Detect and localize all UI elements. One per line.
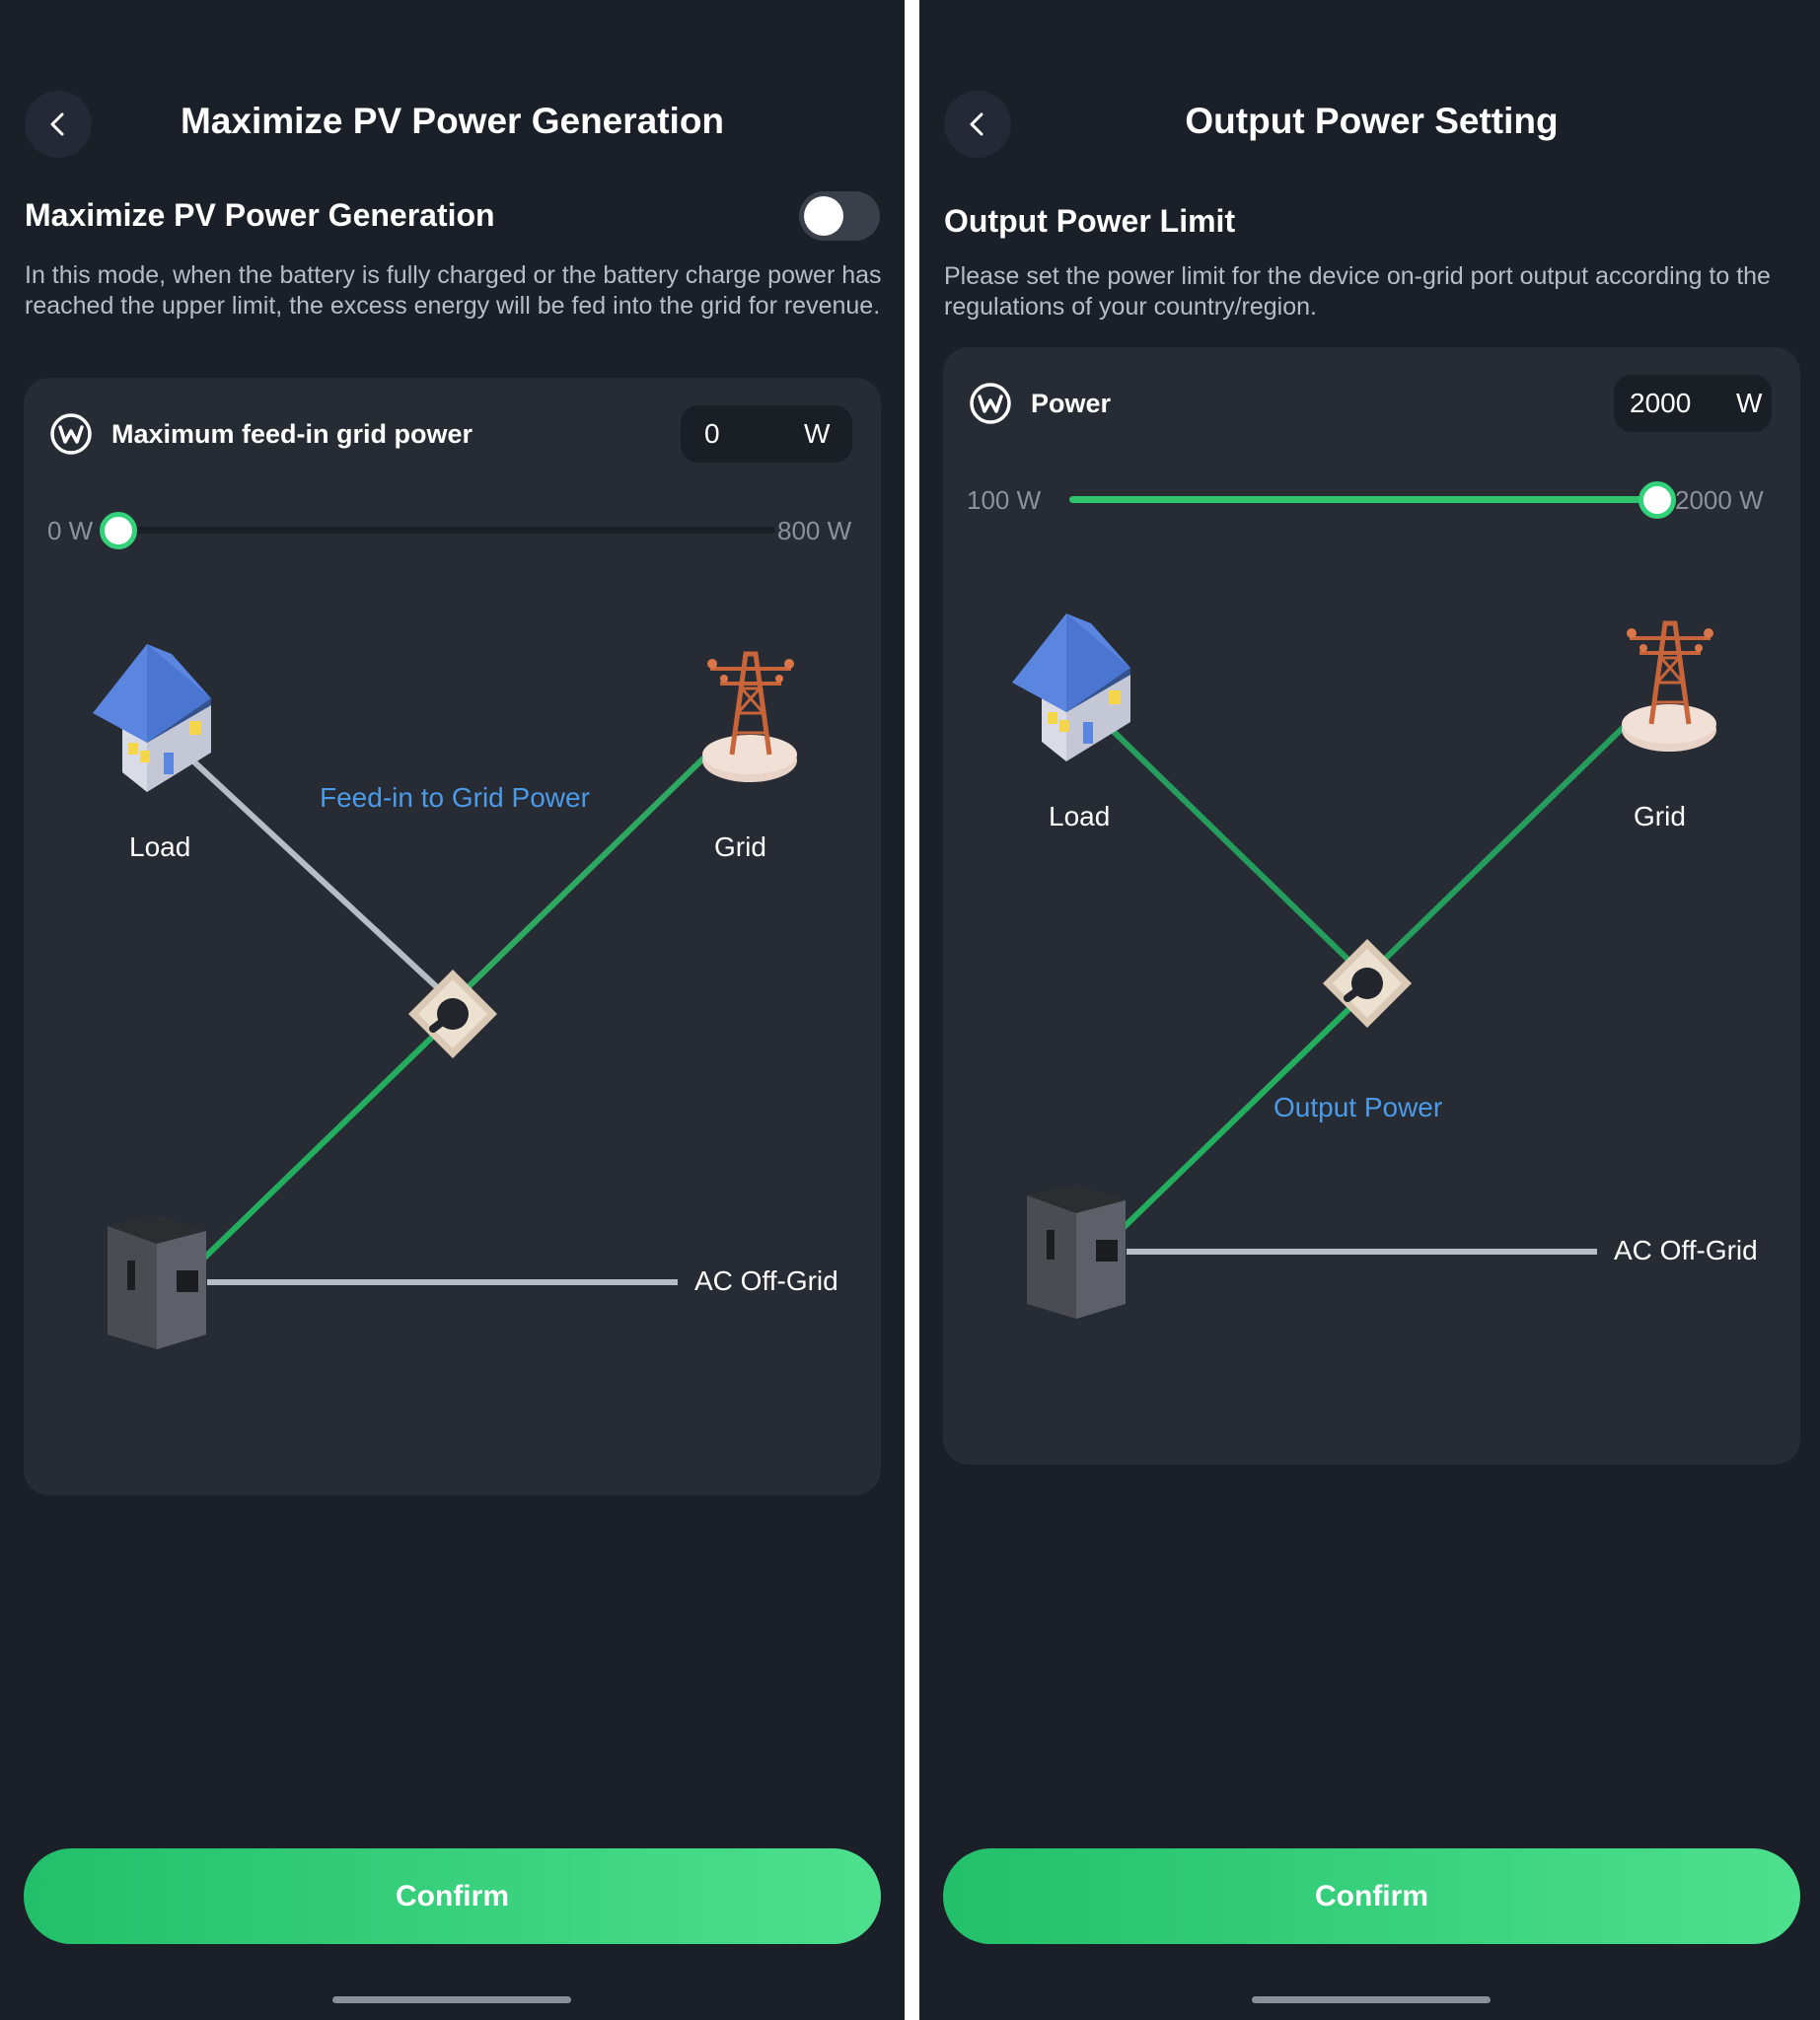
energy-flow-diagram <box>1012 613 1716 1319</box>
confirm-label: Confirm <box>1315 1879 1428 1912</box>
section-description: Please set the power limit for the devic… <box>944 262 1771 321</box>
confirm-button[interactable]: Confirm <box>24 1848 881 1944</box>
grid-line <box>1374 724 1627 970</box>
home-indicator <box>1252 1996 1491 2003</box>
grid-tower-icon <box>702 651 797 782</box>
house-icon <box>93 644 211 792</box>
confirm-button[interactable]: Confirm <box>943 1848 1800 1944</box>
maximize-pv-screen: Maximize PV Power Generation Maximize PV… <box>0 0 905 2020</box>
socket-icon <box>1323 939 1412 1028</box>
load-label: Load <box>1049 801 1111 831</box>
mode-title: Maximize PV Power Generation <box>25 197 495 233</box>
feed-in-card: Maximum feed-in grid power 0 W 0 W 800 W <box>24 378 881 1495</box>
feed-in-flow-label: Feed-in to Grid Power <box>320 782 590 813</box>
page-title: Output Power Setting <box>1185 101 1559 141</box>
grid-label: Grid <box>1634 801 1686 831</box>
load-line <box>1106 724 1358 970</box>
section-title: Output Power Limit <box>944 203 1236 239</box>
mode-description: In this mode, when the battery is fully … <box>25 261 882 320</box>
battery-device-icon <box>1027 1186 1126 1319</box>
grid-tower-icon <box>1622 620 1716 752</box>
output-power-screen: Output Power Setting Output Power Limit … <box>919 0 1820 2020</box>
load-label: Load <box>129 831 191 862</box>
offgrid-label: AC Off-Grid <box>694 1265 838 1296</box>
battery-line <box>188 1021 449 1273</box>
offgrid-label: AC Off-Grid <box>1614 1235 1758 1265</box>
home-indicator <box>332 1996 571 2003</box>
battery-device-icon <box>108 1216 206 1349</box>
house-icon <box>1012 613 1130 761</box>
toggle-knob <box>804 196 843 236</box>
grid-label: Grid <box>714 831 766 862</box>
page-title: Maximize PV Power Generation <box>180 101 725 141</box>
confirm-label: Confirm <box>396 1879 509 1912</box>
output-power-card: Power 2000 W 100 W 2000 W Load Grid Outp… <box>943 347 1800 1465</box>
energy-flow-diagram <box>93 644 797 1349</box>
maximize-pv-toggle[interactable] <box>799 191 880 241</box>
output-flow-label: Output Power <box>1274 1092 1443 1122</box>
